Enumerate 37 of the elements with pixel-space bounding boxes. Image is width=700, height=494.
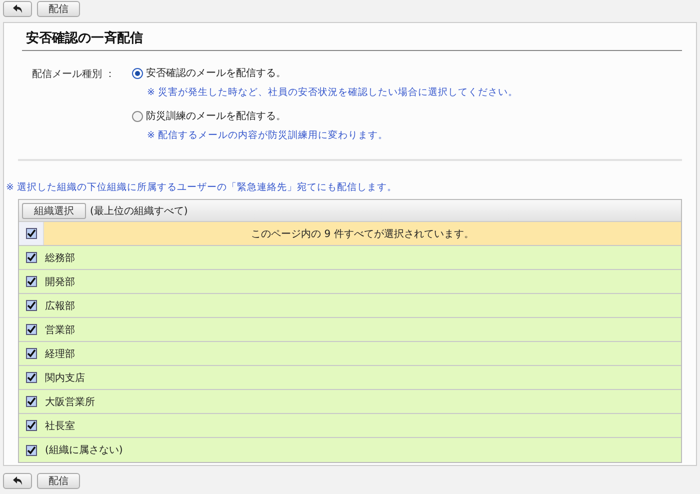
org-name: 大阪営業所 <box>44 396 95 408</box>
radio-option[interactable]: 安否確認のメールを配信する。 <box>132 66 518 80</box>
org-name: (組織に属さない) <box>44 444 123 457</box>
row-checkbox[interactable] <box>26 420 36 431</box>
radio-button[interactable] <box>132 110 143 122</box>
select-all-checkbox[interactable] <box>26 228 36 239</box>
row-checkbox[interactable] <box>26 276 36 287</box>
org-name: 営業部 <box>44 324 75 336</box>
back-arrow-icon <box>12 4 23 14</box>
org-name: 総務部 <box>44 252 75 264</box>
row-checkbox[interactable] <box>26 324 36 335</box>
org-name: 広報部 <box>44 300 75 312</box>
org-select-button[interactable]: 組織選択 <box>22 202 86 218</box>
org-name: 経理部 <box>44 348 75 360</box>
notice-text: ※ 選択した組織の下位組織に所属するユーザーの「緊急連絡先」宛てにも配信します。 <box>6 181 398 195</box>
deliver-button[interactable]: 配信 <box>37 1 80 17</box>
back-arrow-icon <box>12 476 23 486</box>
option-note: ※ 災害が発生した時など、社員の安否状況を確認したい場合に選択してください。 <box>146 86 518 99</box>
page-title: 安否確認の一斉配信 <box>22 23 682 51</box>
row-checkbox[interactable] <box>26 252 36 263</box>
selection-message: このページ内の 9 件すべてが選択されています。 <box>250 228 475 240</box>
row-checkbox[interactable] <box>26 444 36 456</box>
back-button[interactable] <box>3 473 32 489</box>
scope-text: (最上位の組織すべて) <box>90 204 188 218</box>
org-name: 開発部 <box>44 276 75 288</box>
deliver-button[interactable]: 配信 <box>37 473 80 489</box>
row-checkbox[interactable] <box>26 348 36 359</box>
back-button[interactable] <box>3 1 32 17</box>
row-checkbox[interactable] <box>26 300 36 311</box>
row-checkbox[interactable] <box>26 396 36 407</box>
radio-option[interactable]: 防災訓練のメールを配信する。 <box>132 109 518 123</box>
org-name: 社長室 <box>44 420 75 432</box>
radio-button[interactable] <box>132 68 143 78</box>
row-checkbox[interactable] <box>26 372 36 383</box>
field-label: 配信メール種別 ： <box>32 68 116 82</box>
option-note: ※ 配信するメールの内容が防災訓練用に変わります。 <box>146 129 389 142</box>
org-name: 関内支店 <box>44 372 85 384</box>
